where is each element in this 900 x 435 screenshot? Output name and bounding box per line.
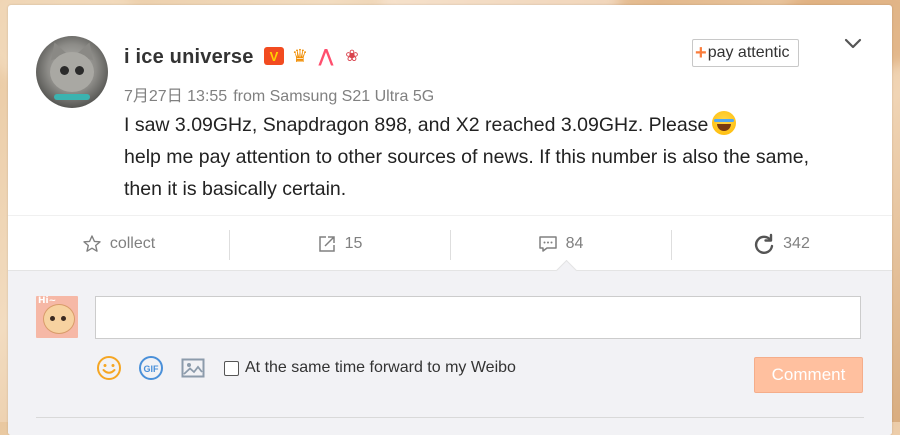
post-meta: 7月27日 13:55 from Samsung S21 Ultra 5G (124, 82, 434, 106)
follow-label: pay attentic (707, 44, 790, 61)
post-body: I saw 3.09GHz, Snapdragon 898, and X2 re… (124, 109, 864, 205)
crown-badge-icon[interactable]: ♛ (290, 46, 310, 66)
checkbox-box[interactable] (224, 360, 239, 376)
comment-submit-button[interactable]: Comment (754, 357, 863, 393)
follow-button[interactable]: + pay attentic (692, 39, 799, 67)
comment-input[interactable] (95, 296, 861, 339)
post-action-bar: collect 15 84 342 (8, 215, 892, 271)
post-source: from Samsung S21 Ultra 5G (233, 88, 435, 105)
author-avatar[interactable] (36, 36, 108, 108)
post-date[interactable]: 7月27日 13:55 (124, 88, 227, 105)
image-icon[interactable] (180, 355, 206, 381)
forward-button[interactable]: 15 (229, 216, 450, 271)
refresh-like-icon (755, 233, 774, 254)
gif-icon[interactable]: GIF (138, 355, 164, 381)
post-text-line1: I saw 3.09GHz, Snapdragon 898, and X2 re… (124, 114, 709, 136)
forward-icon (318, 235, 335, 252)
forward-count: 15 (344, 234, 363, 252)
divider (36, 417, 864, 418)
plus-icon: + (695, 42, 707, 64)
chevron-down-icon[interactable] (842, 33, 864, 55)
comment-tools: GIF At the same time forward to my Weibo (96, 355, 516, 381)
current-user-avatar[interactable]: Hi~ (36, 296, 78, 338)
collect-button[interactable]: collect (8, 216, 229, 271)
forward-to-weibo-label: At the same time forward to my Weibo (245, 359, 516, 376)
star-icon (83, 234, 101, 252)
like-button[interactable]: 342 (671, 216, 892, 271)
post-text-line3: then it is basically certain. (124, 178, 347, 200)
laughing-tears-emoji-icon (712, 111, 737, 135)
post-text-line2: help me pay attention to other sources o… (124, 146, 810, 168)
author-name[interactable]: i ice universe (124, 46, 254, 69)
gift-badge-icon[interactable]: ❀ (342, 46, 362, 66)
verified-v-icon[interactable]: V (264, 47, 284, 65)
smiley-icon[interactable] (96, 355, 122, 381)
forward-to-weibo-checkbox[interactable]: At the same time forward to my Weibo (224, 359, 516, 377)
weibo-post-card: i ice universe V ♛ ⋀ ❀ 7月27日 13:55 from S… (8, 5, 892, 435)
author-badges: V ♛ ⋀ ❀ (264, 46, 362, 66)
svg-text:GIF: GIF (144, 364, 160, 374)
comment-icon (538, 235, 557, 252)
comment-toggle-button[interactable]: 84 (450, 216, 671, 271)
like-count: 342 (783, 234, 810, 252)
collect-label: collect (109, 234, 156, 252)
a-badge-icon[interactable]: ⋀ (316, 46, 336, 66)
comment-panel: Hi~ GIF At the same time forward to my W… (8, 270, 892, 435)
comment-count: 84 (565, 234, 584, 252)
